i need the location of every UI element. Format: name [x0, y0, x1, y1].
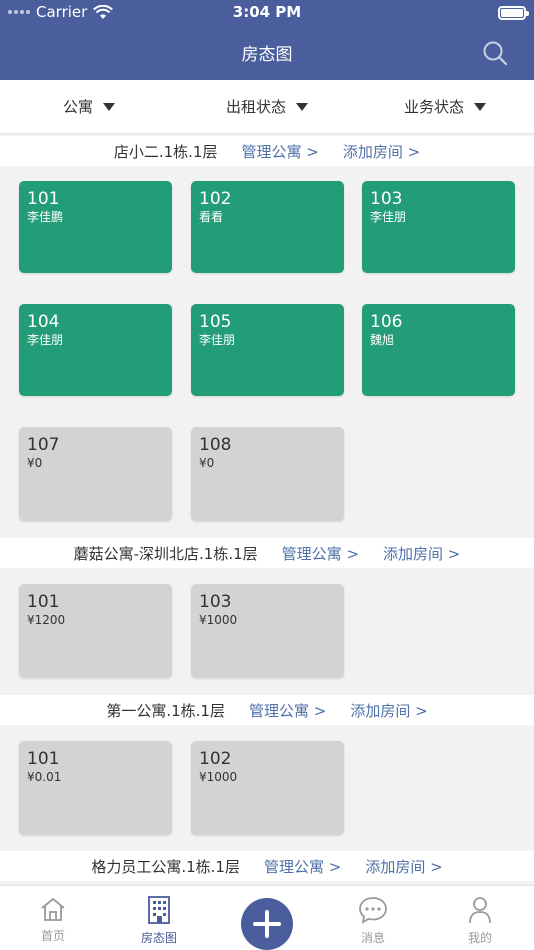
- tab-mine-label: 我的: [467, 931, 492, 945]
- room-number: 105: [199, 312, 232, 332]
- caret-down-icon: [296, 102, 308, 111]
- room-number: 101: [27, 592, 60, 612]
- room-card[interactable]: 101 ¥0.01: [19, 741, 172, 835]
- tab-bar: 首页 房态图 消息 我的: [0, 885, 534, 950]
- manage-apartment-link[interactable]: 管理公寓 >: [241, 141, 318, 162]
- manage-apartment-link[interactable]: 管理公寓 >: [264, 856, 341, 877]
- tab-messages-label: 消息: [360, 931, 385, 945]
- building-icon: [148, 896, 170, 924]
- filter-business-status[interactable]: 业务状态: [356, 80, 534, 133]
- add-room-link[interactable]: 添加房间 >: [365, 856, 442, 877]
- room-tenant: 李佳朋: [370, 210, 407, 224]
- battery-icon: [498, 6, 529, 20]
- section-name: 格力员工公寓.1栋.1层: [91, 857, 240, 876]
- filter-rent-status-label: 出租状态: [225, 98, 286, 116]
- tab-home[interactable]: 首页: [13, 886, 93, 950]
- tab-room-map[interactable]: 房态图: [119, 886, 199, 950]
- room-tenant: 看看: [199, 210, 224, 224]
- page-title: 房态图: [241, 45, 293, 65]
- status-time: 3:04 PM: [232, 3, 302, 21]
- room-number: 102: [199, 189, 232, 209]
- filter-apartment[interactable]: 公寓: [0, 80, 178, 133]
- room-rent: ¥0.01: [27, 770, 62, 784]
- room-number: 108: [199, 435, 232, 455]
- add-room-link[interactable]: 添加房间 >: [383, 543, 460, 564]
- add-room-link[interactable]: 添加房间 >: [343, 141, 420, 162]
- section-header: 第一公寓.1栋.1层 管理公寓 > 添加房间 >: [0, 695, 534, 725]
- room-card[interactable]: 106 魏旭: [362, 304, 515, 396]
- room-card[interactable]: 107 ¥0: [19, 427, 172, 521]
- room-tenant: 李佳朋: [27, 333, 64, 347]
- room-card[interactable]: 101 ¥1200: [19, 584, 172, 678]
- room-card[interactable]: 104 李佳朋: [19, 304, 172, 396]
- status-bar: Carrier 3:04 PM: [0, 0, 534, 26]
- room-tenant: 李佳朋: [199, 333, 236, 347]
- chat-icon: [359, 897, 387, 924]
- room-number: 106: [370, 312, 403, 332]
- search-icon[interactable]: [482, 40, 508, 66]
- manage-apartment-link[interactable]: 管理公寓 >: [249, 700, 326, 721]
- room-card[interactable]: 103 ¥1000: [191, 584, 344, 678]
- user-icon: [469, 897, 491, 924]
- room-tenant: 魏旭: [370, 333, 395, 347]
- filter-rent-status[interactable]: 出租状态: [178, 80, 356, 133]
- filter-bar: 公寓 出租状态 业务状态: [0, 80, 534, 134]
- section-header: 蘑菇公寓-深圳北店.1栋.1层 管理公寓 > 添加房间 >: [0, 538, 534, 568]
- room-number: 103: [370, 189, 403, 209]
- section-name: 蘑菇公寓-深圳北店.1栋.1层: [73, 544, 258, 563]
- room-rent: ¥0: [199, 456, 215, 470]
- home-icon: [41, 898, 65, 921]
- room-card[interactable]: 103 李佳朋: [362, 181, 515, 273]
- top-bar: Carrier 3:04 PM 房态图: [0, 0, 534, 80]
- room-tenant: 李佳鹏: [27, 210, 64, 224]
- room-rent: ¥1000: [199, 770, 238, 784]
- room-card[interactable]: 101 李佳鹏: [19, 181, 172, 273]
- plus-icon: [253, 910, 281, 938]
- room-number: 107: [27, 435, 60, 455]
- tab-home-label: 首页: [40, 929, 65, 943]
- manage-apartment-link[interactable]: 管理公寓 >: [282, 543, 359, 564]
- room-card[interactable]: 102 看看: [191, 181, 344, 273]
- filter-business-status-label: 业务状态: [403, 98, 464, 116]
- section-name: 第一公寓.1栋.1层: [106, 701, 225, 720]
- room-card[interactable]: 108 ¥0: [191, 427, 344, 521]
- room-number: 103: [199, 592, 232, 612]
- add-button[interactable]: [241, 898, 293, 950]
- section-header: 店小二.1栋.1层 管理公寓 > 添加房间 >: [0, 136, 534, 166]
- tab-mine[interactable]: 我的: [440, 886, 520, 950]
- caret-down-icon: [103, 102, 115, 111]
- caret-down-icon: [474, 102, 486, 111]
- room-rent: ¥1000: [199, 613, 238, 627]
- room-number: 101: [27, 189, 60, 209]
- section-name: 店小二.1栋.1层: [113, 142, 218, 161]
- room-number: 101: [27, 749, 60, 769]
- section-header: 格力员工公寓.1栋.1层 管理公寓 > 添加房间 >: [0, 851, 534, 881]
- room-card[interactable]: 105 李佳朋: [191, 304, 344, 396]
- room-card[interactable]: 102 ¥1000: [191, 741, 344, 835]
- room-number: 104: [27, 312, 60, 332]
- room-rent: ¥0: [27, 456, 43, 470]
- add-room-link[interactable]: 添加房间 >: [350, 700, 427, 721]
- room-rent: ¥1200: [27, 613, 66, 627]
- tab-messages[interactable]: 消息: [333, 886, 413, 950]
- room-number: 102: [199, 749, 232, 769]
- tab-room-map-label: 房态图: [140, 931, 177, 945]
- filter-apartment-label: 公寓: [62, 98, 93, 116]
